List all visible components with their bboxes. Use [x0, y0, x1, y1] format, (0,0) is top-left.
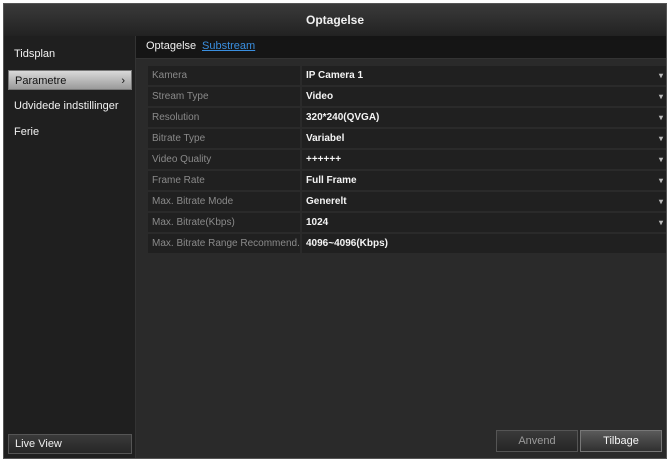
field-value: Variabel — [306, 133, 345, 144]
main-panel: Optagelse Substream Kamera IP Camera 1 ▾… — [136, 36, 666, 458]
field-label: Resolution — [148, 108, 300, 127]
recording-settings-window: Optagelse Tidsplan Parametre › Udvidede … — [3, 3, 667, 459]
dropdown-arrow-icon: ▾ — [658, 71, 663, 80]
dropdown-arrow-icon: ▾ — [658, 197, 663, 206]
form-row-video-quality: Video Quality ++++++ ▾ — [148, 150, 666, 171]
tab-bar: Optagelse Substream — [136, 36, 666, 59]
field-value: Generelt — [306, 196, 347, 207]
bitrate-type-select[interactable]: Variabel ▾ — [302, 129, 666, 148]
camera-select[interactable]: IP Camera 1 ▾ — [302, 66, 666, 85]
sidebar-item-label: Udvidede indstillinger — [14, 100, 119, 112]
frame-rate-select[interactable]: Full Frame ▾ — [302, 171, 666, 190]
field-label: Frame Rate — [148, 171, 300, 190]
form-row-resolution: Resolution 320*240(QVGA) ▾ — [148, 108, 666, 129]
max-bitrate-mode-select[interactable]: Generelt ▾ — [302, 192, 666, 211]
stream-type-select[interactable]: Video ▾ — [302, 87, 666, 106]
live-view-button[interactable]: Live View — [8, 434, 132, 454]
form-row-frame-rate: Frame Rate Full Frame ▾ — [148, 171, 666, 192]
dropdown-arrow-icon: ▾ — [658, 176, 663, 185]
dropdown-arrow-icon: ▾ — [658, 134, 663, 143]
field-label: Max. Bitrate Range Recommend... — [148, 234, 300, 253]
video-quality-select[interactable]: ++++++ ▾ — [302, 150, 666, 169]
form-row-max-bitrate: Max. Bitrate(Kbps) 1024 ▾ — [148, 213, 666, 234]
apply-button[interactable]: Anvend — [496, 430, 578, 452]
field-value: 320*240(QVGA) — [306, 112, 380, 123]
sidebar-item-parameters[interactable]: Parametre › — [8, 70, 132, 90]
field-value: 4096~4096(Kbps) — [306, 238, 388, 249]
form-row-camera: Kamera IP Camera 1 ▾ — [148, 66, 666, 87]
form-row-max-bitrate-mode: Max. Bitrate Mode Generelt ▾ — [148, 192, 666, 213]
sidebar-item-schedule[interactable]: Tidsplan — [8, 44, 132, 64]
resolution-select[interactable]: 320*240(QVGA) ▾ — [302, 108, 666, 127]
field-value: 1024 — [306, 217, 329, 228]
chevron-right-icon: › — [121, 75, 125, 87]
field-label: Max. Bitrate Mode — [148, 192, 300, 211]
sidebar-item-label: Tidsplan — [14, 48, 56, 60]
field-value: Full Frame — [306, 175, 357, 186]
bitrate-range-value: 4096~4096(Kbps) — [302, 234, 666, 253]
dropdown-arrow-icon: ▾ — [658, 113, 663, 122]
dropdown-arrow-icon: ▾ — [658, 92, 663, 101]
field-label: Kamera — [148, 66, 300, 85]
sidebar-item-label: Parametre — [15, 75, 67, 87]
max-bitrate-select[interactable]: 1024 ▾ — [302, 213, 666, 232]
field-value: Video — [306, 91, 334, 102]
dropdown-arrow-icon: ▾ — [658, 155, 663, 164]
form-row-bitrate-type: Bitrate Type Variabel ▾ — [148, 129, 666, 150]
sidebar: Tidsplan Parametre › Udvidede indstillin… — [4, 36, 136, 458]
sidebar-item-label: Ferie — [14, 126, 40, 138]
form-row-stream-type: Stream Type Video ▾ — [148, 87, 666, 108]
field-label: Bitrate Type — [148, 129, 300, 148]
field-value: IP Camera 1 — [306, 70, 364, 81]
field-label: Video Quality — [148, 150, 300, 169]
tab-recording[interactable]: Optagelse — [146, 40, 196, 52]
back-button[interactable]: Tilbage — [580, 430, 662, 452]
field-value: ++++++ — [306, 154, 342, 165]
dropdown-arrow-icon: ▾ — [658, 218, 663, 227]
form-row-bitrate-range-recommendation: Max. Bitrate Range Recommend... 4096~409… — [148, 234, 666, 255]
window-title: Optagelse — [4, 4, 666, 37]
sidebar-item-advanced-settings[interactable]: Udvidede indstillinger — [8, 96, 132, 116]
settings-form: Kamera IP Camera 1 ▾ Stream Type Video ▾… — [148, 66, 666, 255]
tab-substream[interactable]: Substream — [202, 40, 255, 52]
field-label: Max. Bitrate(Kbps) — [148, 213, 300, 232]
sidebar-item-holiday[interactable]: Ferie — [8, 122, 132, 142]
field-label: Stream Type — [148, 87, 300, 106]
